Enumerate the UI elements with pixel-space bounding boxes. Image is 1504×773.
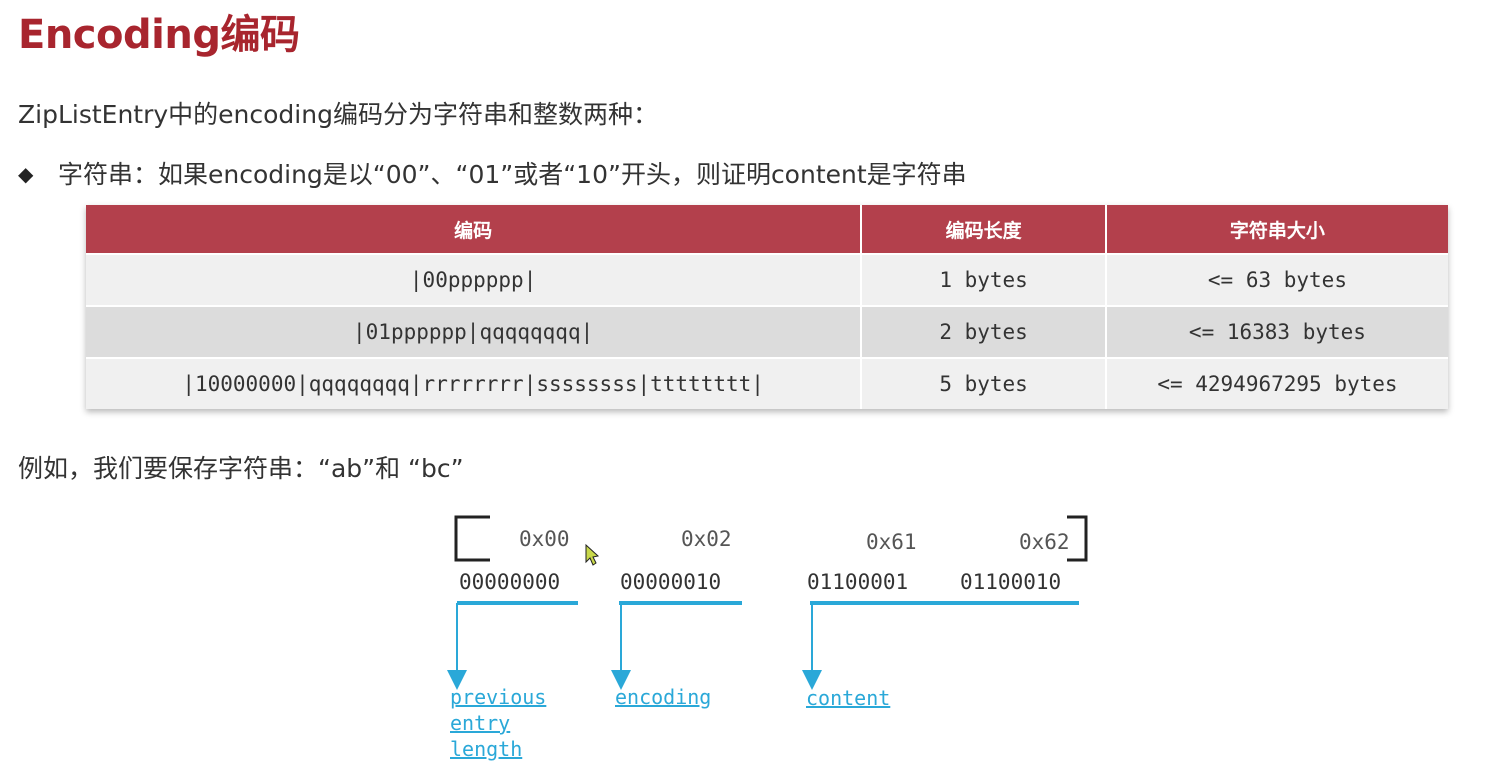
byte-layout-diagram [447, 515, 1088, 690]
binary-byte-3: 01100010 [960, 570, 1062, 594]
hex-byte-0: 0x00 [519, 527, 570, 551]
binary-byte-2: 01100001 [807, 570, 909, 594]
encoding-label[interactable]: encoding [615, 684, 711, 710]
left-bracket [454, 515, 490, 562]
binary-byte-0: 00000000 [459, 570, 561, 594]
mouse-cursor-icon [585, 543, 600, 566]
hex-byte-3: 0x62 [1019, 530, 1070, 554]
hex-byte-2: 0x61 [866, 530, 917, 554]
label-line: previous [450, 685, 547, 709]
previous-entry-length-label[interactable]: previous entry length [450, 684, 546, 762]
label-line: length [450, 737, 523, 761]
label-line: entry [450, 711, 511, 735]
hex-byte-1: 0x02 [681, 527, 732, 551]
right-bracket [1067, 515, 1088, 562]
binary-byte-1: 00000010 [620, 570, 722, 594]
content-label[interactable]: content [806, 685, 890, 711]
